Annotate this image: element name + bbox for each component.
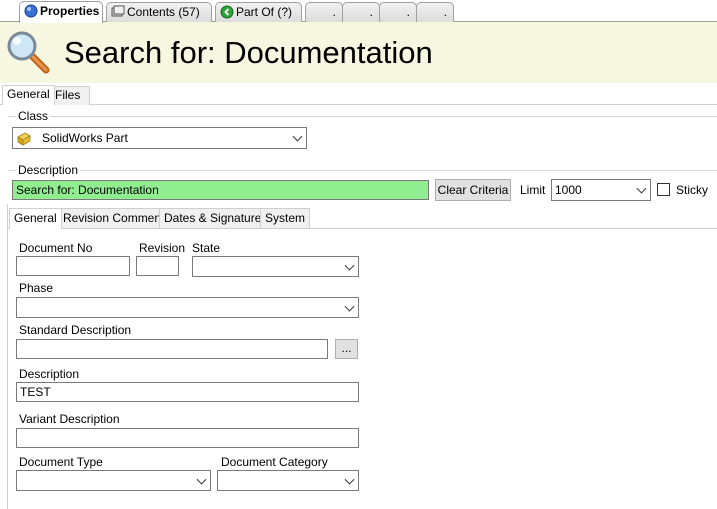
tab-general[interactable]: General	[2, 85, 55, 105]
state-label: State	[192, 241, 221, 255]
solidworks-part-icon	[17, 132, 31, 146]
sticky-label: Sticky	[676, 183, 709, 197]
revision-label: Revision	[139, 241, 186, 255]
tab-revision-comment[interactable]: Revision Comment	[58, 208, 170, 228]
tab-label: Part Of (?)	[236, 5, 293, 19]
document-type-combo[interactable]	[16, 470, 211, 491]
tab-label: .	[406, 5, 410, 19]
limit-label: Limit	[520, 183, 546, 197]
tab-label: System	[265, 211, 306, 225]
tab-label: Properties	[40, 4, 100, 18]
tab-blank-4[interactable]: .	[416, 2, 454, 22]
limit-value: 1000	[555, 183, 582, 197]
chevron-down-icon	[344, 474, 355, 485]
tab-label: Revision Comment	[63, 211, 165, 225]
state-combo[interactable]	[192, 256, 359, 277]
document-no-input[interactable]	[16, 256, 130, 276]
tab-blank-2[interactable]: .	[342, 2, 380, 22]
tab-label: .	[369, 5, 373, 19]
document-category-combo[interactable]	[217, 470, 359, 491]
limit-combo[interactable]: 1000	[551, 179, 651, 201]
description-input[interactable]: TEST	[16, 382, 359, 402]
class-value: SolidWorks Part	[42, 131, 128, 145]
search-description-input[interactable]: Search for: Documentation	[12, 180, 429, 200]
description-section-label: Description	[16, 163, 81, 177]
phase-combo[interactable]	[16, 297, 359, 318]
sub-tab-strip	[0, 86, 717, 105]
chevron-down-icon	[636, 183, 647, 194]
tab-label: Contents (57)	[127, 5, 200, 19]
standard-description-label: Standard Description	[19, 323, 132, 337]
clear-criteria-label: Clear Criteria	[437, 183, 509, 197]
description-value: TEST	[20, 385, 51, 399]
sticky-checkbox[interactable]	[657, 183, 670, 196]
magnifier-icon	[7, 31, 50, 74]
chevron-down-icon	[292, 131, 303, 142]
document-type-label: Document Type	[19, 455, 103, 469]
revision-input[interactable]	[136, 256, 179, 276]
tab-label: Dates & Signatures	[164, 211, 268, 225]
document-category-label: Document Category	[221, 455, 328, 469]
properties-icon	[24, 4, 38, 18]
tab-properties[interactable]: Properties	[19, 1, 103, 23]
standard-description-browse-button[interactable]: ...	[335, 339, 358, 359]
tab-files[interactable]: Files	[50, 86, 90, 105]
tab-dates-signatures[interactable]: Dates & Signatures	[159, 208, 273, 228]
tab-inner-general[interactable]: General	[9, 208, 62, 229]
tab-label: Files	[55, 88, 81, 102]
description-divider	[8, 170, 717, 171]
inner-panel-left-border	[7, 204, 8, 509]
tab-system[interactable]: System	[260, 208, 311, 228]
tab-label: General	[7, 87, 50, 101]
tab-label: .	[332, 5, 336, 19]
tab-blank-3[interactable]: .	[379, 2, 417, 22]
description-label: Description	[19, 367, 80, 381]
browse-label: ...	[341, 341, 352, 355]
document-no-label: Document No	[19, 241, 93, 255]
chevron-down-icon	[344, 260, 355, 271]
tab-contents[interactable]: Contents (57)	[106, 2, 212, 22]
phase-label: Phase	[19, 281, 54, 295]
tab-label: General	[14, 211, 57, 225]
chevron-down-icon	[344, 301, 355, 312]
variant-description-label: Variant Description	[19, 412, 120, 426]
tab-blank-1[interactable]: .	[305, 2, 343, 22]
search-description-value: Search for: Documentation	[16, 183, 159, 197]
class-divider	[8, 116, 717, 117]
class-combo[interactable]: SolidWorks Part	[12, 127, 307, 149]
chevron-down-icon	[196, 474, 207, 485]
clear-criteria-button[interactable]: Clear Criteria	[435, 179, 511, 201]
part-of-icon	[220, 5, 234, 19]
tab-part-of[interactable]: Part Of (?)	[215, 2, 302, 22]
class-label: Class	[16, 109, 51, 123]
standard-description-input[interactable]	[16, 339, 328, 359]
contents-icon	[111, 5, 125, 17]
tab-label: .	[443, 5, 447, 19]
page-title: Search for: Documentation	[64, 35, 433, 70]
inner-tab-baseline	[8, 228, 717, 229]
variant-description-input[interactable]	[16, 428, 359, 448]
